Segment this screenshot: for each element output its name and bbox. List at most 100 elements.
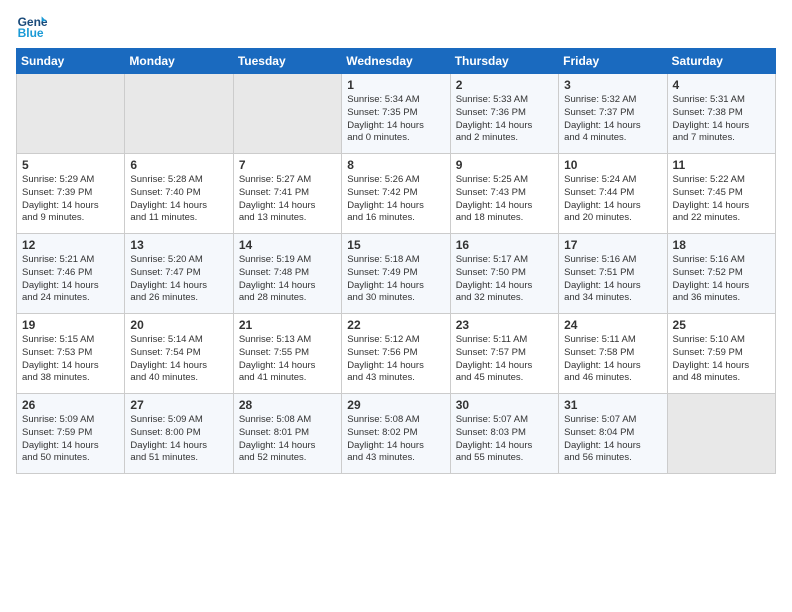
day-info: Sunrise: 5:28 AMSunset: 7:40 PMDaylight:…: [130, 174, 227, 225]
day-info: Sunrise: 5:12 AMSunset: 7:56 PMDaylight:…: [347, 334, 444, 385]
calendar-cell: 30Sunrise: 5:07 AMSunset: 8:03 PMDayligh…: [450, 394, 558, 474]
day-info: Sunrise: 5:18 AMSunset: 7:49 PMDaylight:…: [347, 254, 444, 305]
weekday-header-monday: Monday: [125, 49, 233, 74]
calendar-week-2: 5 Sunrise: 5:29 AMSunset: 7:39 PMDaylight…: [17, 154, 776, 234]
day-number: 31: [564, 398, 661, 412]
day-number: 20: [130, 318, 227, 332]
day-info: Sunrise: 5:13 AMSunset: 7:55 PMDaylight:…: [239, 334, 336, 385]
calendar-cell: 11Sunrise: 5:22 AMSunset: 7:45 PMDayligh…: [667, 154, 775, 234]
calendar-cell: [667, 394, 775, 474]
day-info: Sunrise: 5:19 AMSunset: 7:48 PMDaylight:…: [239, 254, 336, 305]
calendar-cell: 8 Sunrise: 5:26 AMSunset: 7:42 PMDaylight…: [342, 154, 450, 234]
weekday-header-saturday: Saturday: [667, 49, 775, 74]
day-number: 9: [456, 158, 553, 172]
day-number: 22: [347, 318, 444, 332]
calendar-cell: 23 Sunrise: 5:11 AMSunset: 7:57 PMDayligh…: [450, 314, 558, 394]
calendar-week-5: 26Sunrise: 5:09 AMSunset: 7:59 PMDayligh…: [17, 394, 776, 474]
day-info: Sunrise: 5:27 AMSunset: 7:41 PMDaylight:…: [239, 174, 336, 225]
calendar-cell: 20 Sunrise: 5:14 AMSunset: 7:54 PMDayligh…: [125, 314, 233, 394]
day-info: Sunrise: 5:31 AMSunset: 7:38 PMDaylight:…: [673, 94, 770, 145]
weekday-header-wednesday: Wednesday: [342, 49, 450, 74]
calendar-cell: 31 Sunrise: 5:07 AMSunset: 8:04 PMDayligh…: [559, 394, 667, 474]
day-number: 14: [239, 238, 336, 252]
calendar-week-4: 19Sunrise: 5:15 AMSunset: 7:53 PMDayligh…: [17, 314, 776, 394]
day-info: Sunrise: 5:26 AMSunset: 7:42 PMDaylight:…: [347, 174, 444, 225]
day-info: Sunrise: 5:10 AMSunset: 7:59 PMDaylight:…: [673, 334, 770, 385]
calendar-week-3: 12 Sunrise: 5:21 AMSunset: 7:46 PMDayligh…: [17, 234, 776, 314]
calendar-cell: [233, 74, 341, 154]
day-info: Sunrise: 5:33 AMSunset: 7:36 PMDaylight:…: [456, 94, 553, 145]
calendar-cell: 14 Sunrise: 5:19 AMSunset: 7:48 PMDayligh…: [233, 234, 341, 314]
calendar-body: 1 Sunrise: 5:34 AMSunset: 7:35 PMDaylight…: [17, 74, 776, 474]
day-info: Sunrise: 5:34 AMSunset: 7:35 PMDaylight:…: [347, 94, 444, 145]
day-info: Sunrise: 5:07 AMSunset: 8:04 PMDaylight:…: [564, 414, 661, 465]
calendar-cell: 7 Sunrise: 5:27 AMSunset: 7:41 PMDaylight…: [233, 154, 341, 234]
calendar-cell: 18 Sunrise: 5:16 AMSunset: 7:52 PMDayligh…: [667, 234, 775, 314]
calendar-cell: 19Sunrise: 5:15 AMSunset: 7:53 PMDayligh…: [17, 314, 125, 394]
calendar-cell: 25 Sunrise: 5:10 AMSunset: 7:59 PMDayligh…: [667, 314, 775, 394]
calendar-header: SundayMondayTuesdayWednesdayThursdayFrid…: [17, 49, 776, 74]
calendar-cell: 22 Sunrise: 5:12 AMSunset: 7:56 PMDayligh…: [342, 314, 450, 394]
calendar-table: SundayMondayTuesdayWednesdayThursdayFrid…: [16, 48, 776, 474]
calendar-cell: 2 Sunrise: 5:33 AMSunset: 7:36 PMDaylight…: [450, 74, 558, 154]
day-number: 26: [22, 398, 119, 412]
day-number: 8: [347, 158, 444, 172]
calendar-week-1: 1 Sunrise: 5:34 AMSunset: 7:35 PMDaylight…: [17, 74, 776, 154]
day-number: 7: [239, 158, 336, 172]
day-info: Sunrise: 5:15 AMSunset: 7:53 PMDaylight:…: [22, 334, 119, 385]
calendar-cell: 24Sunrise: 5:11 AMSunset: 7:58 PMDayligh…: [559, 314, 667, 394]
calendar-cell: 10 Sunrise: 5:24 AMSunset: 7:44 PMDayligh…: [559, 154, 667, 234]
day-number: 28: [239, 398, 336, 412]
day-number: 27: [130, 398, 227, 412]
calendar-cell: 28 Sunrise: 5:08 AMSunset: 8:01 PMDayligh…: [233, 394, 341, 474]
calendar-cell: [17, 74, 125, 154]
day-number: 13: [130, 238, 227, 252]
day-number: 4: [673, 78, 770, 92]
calendar-cell: 27 Sunrise: 5:09 AMSunset: 8:00 PMDayligh…: [125, 394, 233, 474]
day-number: 10: [564, 158, 661, 172]
day-info: Sunrise: 5:29 AMSunset: 7:39 PMDaylight:…: [22, 174, 119, 225]
calendar-cell: 4 Sunrise: 5:31 AMSunset: 7:38 PMDaylight…: [667, 74, 775, 154]
day-info: Sunrise: 5:08 AMSunset: 8:02 PMDaylight:…: [347, 414, 444, 465]
day-info: Sunrise: 5:08 AMSunset: 8:01 PMDaylight:…: [239, 414, 336, 465]
day-number: 2: [456, 78, 553, 92]
day-info: Sunrise: 5:14 AMSunset: 7:54 PMDaylight:…: [130, 334, 227, 385]
day-info: Sunrise: 5:16 AMSunset: 7:51 PMDaylight:…: [564, 254, 661, 305]
day-number: 16: [456, 238, 553, 252]
day-number: 23: [456, 318, 553, 332]
day-info: Sunrise: 5:17 AMSunset: 7:50 PMDaylight:…: [456, 254, 553, 305]
day-info: Sunrise: 5:20 AMSunset: 7:47 PMDaylight:…: [130, 254, 227, 305]
day-info: Sunrise: 5:22 AMSunset: 7:45 PMDaylight:…: [673, 174, 770, 225]
calendar-cell: 5 Sunrise: 5:29 AMSunset: 7:39 PMDaylight…: [17, 154, 125, 234]
calendar-cell: 29Sunrise: 5:08 AMSunset: 8:02 PMDayligh…: [342, 394, 450, 474]
day-number: 15: [347, 238, 444, 252]
day-number: 30: [456, 398, 553, 412]
calendar-cell: 13 Sunrise: 5:20 AMSunset: 7:47 PMDayligh…: [125, 234, 233, 314]
day-number: 12: [22, 238, 119, 252]
day-number: 1: [347, 78, 444, 92]
weekday-header-sunday: Sunday: [17, 49, 125, 74]
calendar-cell: 3Sunrise: 5:32 AMSunset: 7:37 PMDaylight…: [559, 74, 667, 154]
calendar-cell: 17Sunrise: 5:16 AMSunset: 7:51 PMDayligh…: [559, 234, 667, 314]
day-info: Sunrise: 5:24 AMSunset: 7:44 PMDaylight:…: [564, 174, 661, 225]
day-info: Sunrise: 5:16 AMSunset: 7:52 PMDaylight:…: [673, 254, 770, 305]
weekday-header-friday: Friday: [559, 49, 667, 74]
day-number: 24: [564, 318, 661, 332]
calendar-cell: 1 Sunrise: 5:34 AMSunset: 7:35 PMDaylight…: [342, 74, 450, 154]
day-info: Sunrise: 5:21 AMSunset: 7:46 PMDaylight:…: [22, 254, 119, 305]
logo: General Blue: [16, 10, 52, 42]
day-info: Sunrise: 5:11 AMSunset: 7:57 PMDaylight:…: [456, 334, 553, 385]
calendar-cell: 26Sunrise: 5:09 AMSunset: 7:59 PMDayligh…: [17, 394, 125, 474]
weekday-header-tuesday: Tuesday: [233, 49, 341, 74]
day-number: 5: [22, 158, 119, 172]
day-number: 21: [239, 318, 336, 332]
day-number: 18: [673, 238, 770, 252]
calendar-cell: 12 Sunrise: 5:21 AMSunset: 7:46 PMDayligh…: [17, 234, 125, 314]
day-number: 25: [673, 318, 770, 332]
calendar-cell: 15 Sunrise: 5:18 AMSunset: 7:49 PMDayligh…: [342, 234, 450, 314]
calendar-cell: [125, 74, 233, 154]
svg-text:Blue: Blue: [18, 26, 44, 40]
day-info: Sunrise: 5:09 AMSunset: 8:00 PMDaylight:…: [130, 414, 227, 465]
logo-icon: General Blue: [16, 10, 48, 42]
weekday-header-thursday: Thursday: [450, 49, 558, 74]
